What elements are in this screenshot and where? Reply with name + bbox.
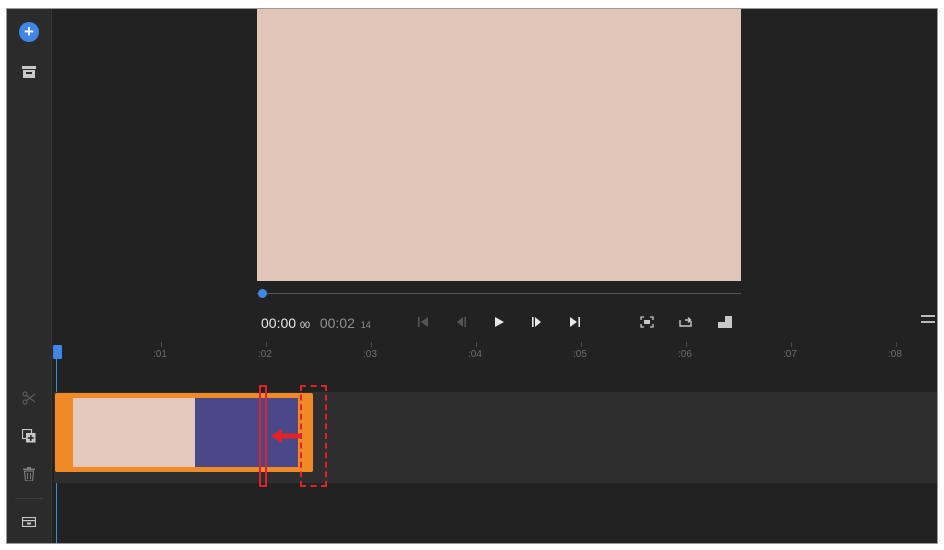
- ruler-label: :01: [153, 349, 167, 360]
- skip-to-start-icon: [418, 317, 428, 327]
- hamburger-menu-icon[interactable]: [921, 315, 935, 327]
- trim-arrow-icon: [271, 429, 300, 443]
- next-frame-button[interactable]: [527, 313, 547, 331]
- track-icon: [22, 517, 36, 527]
- ruler-label: :03: [363, 349, 377, 360]
- current-frames: 00: [299, 320, 310, 330]
- skip-to-end-icon: [570, 317, 580, 327]
- track-settings-button[interactable]: [18, 511, 40, 533]
- ruler-tick: [476, 342, 477, 347]
- duplicate-icon: [22, 429, 36, 443]
- ruler-tick: [161, 342, 162, 347]
- ruler-tick: [266, 342, 267, 347]
- ruler-tick: [371, 342, 372, 347]
- ruler-tick: [791, 342, 792, 347]
- duration-frames: 14: [360, 320, 371, 330]
- playhead-handle[interactable]: [53, 345, 62, 359]
- previous-frame-button[interactable]: [451, 313, 471, 331]
- ruler-label: :06: [678, 349, 692, 360]
- video-editor-window: + 00:00 00 00:02 14:01:02:03:04:05 …: [6, 8, 938, 544]
- scissors-icon: [22, 391, 36, 405]
- duplicate-clip-button[interactable]: [18, 425, 40, 447]
- split-clip-button[interactable]: [18, 387, 40, 409]
- time-readout: 00:00 00 00:02 14: [261, 315, 371, 331]
- play-button[interactable]: [489, 313, 509, 331]
- go-to-start-button[interactable]: [413, 313, 433, 331]
- fullscreen-icon: [718, 316, 732, 328]
- toolbar-divider: [15, 498, 43, 499]
- loop-button[interactable]: [676, 313, 696, 331]
- preview-scrubber-handle[interactable]: [258, 289, 267, 298]
- ruler-label: :02: [258, 349, 272, 360]
- clip-thumbnail: [73, 398, 195, 467]
- play-icon: [495, 317, 504, 327]
- preview-scrubber-track[interactable]: [257, 293, 741, 294]
- add-media-button[interactable]: +: [18, 21, 40, 43]
- duration-time: 00:02: [319, 315, 355, 331]
- current-time: 00:00: [261, 315, 297, 331]
- ruler-label: :05: [573, 349, 587, 360]
- ruler-tick: [581, 342, 582, 347]
- archive-icon: [22, 66, 36, 78]
- ruler-tick: [896, 342, 897, 347]
- fullscreen-button[interactable]: [715, 313, 735, 331]
- trash-icon: [23, 467, 35, 481]
- video-preview: [257, 9, 741, 281]
- plus-icon: +: [19, 22, 39, 42]
- delete-clip-button[interactable]: [18, 463, 40, 485]
- original-end-marker: [300, 385, 327, 487]
- go-to-end-button[interactable]: [565, 313, 585, 331]
- fit-frame-icon: [640, 316, 654, 328]
- loop-icon: [679, 317, 692, 327]
- step-forward-icon: [532, 317, 541, 327]
- ruler-tick: [686, 342, 687, 347]
- project-bin-button[interactable]: [18, 61, 40, 83]
- left-toolbar: +: [7, 9, 52, 543]
- ruler-label: :07: [783, 349, 797, 360]
- fit-view-button[interactable]: [637, 313, 657, 331]
- ruler-label: :08: [888, 349, 902, 360]
- trim-target-marker: [259, 385, 267, 487]
- ruler-label: :04: [468, 349, 482, 360]
- step-back-icon: [457, 317, 466, 327]
